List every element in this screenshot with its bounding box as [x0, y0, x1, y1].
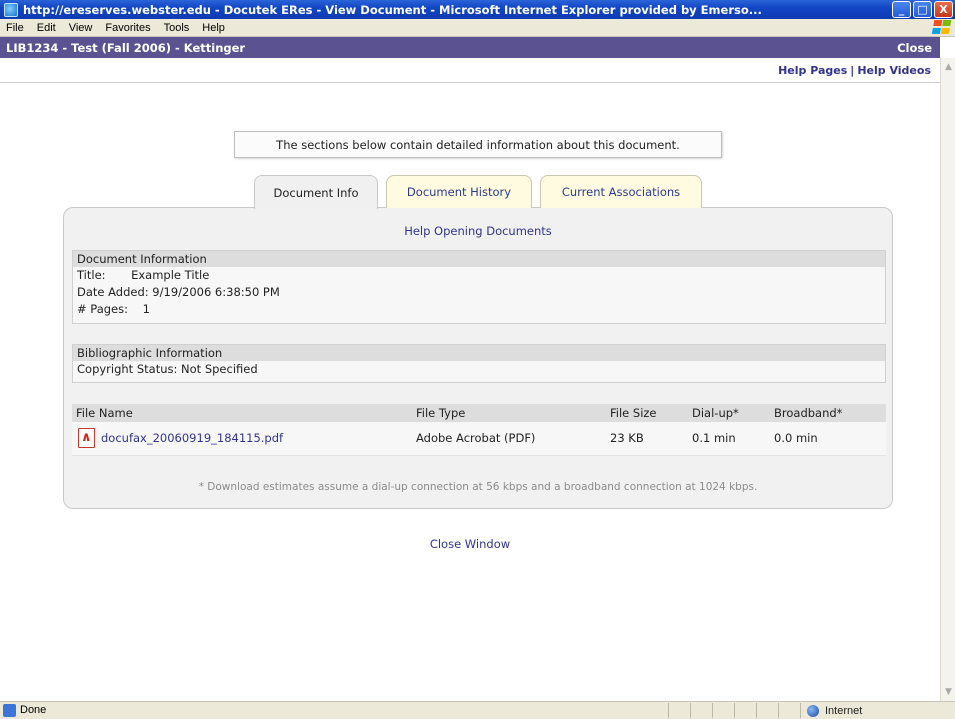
internet-explorer-icon: [4, 2, 18, 17]
help-opening-documents-link[interactable]: Help Opening Documents: [64, 224, 892, 238]
tab-document-info[interactable]: Document Info: [254, 175, 378, 209]
file-size-cell: 23 KB: [606, 422, 688, 456]
pages-row: # Pages: 1: [77, 302, 150, 316]
document-information-section: Document Information Title: Example Titl…: [72, 250, 886, 324]
column-header-file-type: File Type: [412, 404, 606, 422]
status-pane: [756, 703, 778, 718]
broadband-estimate-cell: 0.0 min: [770, 422, 886, 456]
status-pane: [734, 703, 756, 718]
menu-help[interactable]: Help: [196, 22, 232, 34]
info-note: The sections below contain detailed info…: [234, 131, 722, 158]
status-panes: [668, 703, 800, 718]
status-pane: [668, 703, 690, 718]
tab-strip: Document Info Document History Current A…: [254, 175, 702, 209]
help-links-separator: |: [850, 64, 855, 77]
course-title: LIB1234 - Test (Fall 2006) - Kettinger: [6, 40, 246, 55]
status-pane: [690, 703, 712, 718]
menu-file[interactable]: File: [0, 22, 31, 34]
dialup-estimate-cell: 0.1 min: [688, 422, 770, 456]
window-title-bar: http://ereserves.webster.edu - Docutek E…: [0, 0, 955, 19]
section-heading: Document Information: [73, 251, 885, 267]
header-close-link[interactable]: Close: [897, 41, 932, 55]
menu-tools[interactable]: Tools: [158, 22, 197, 34]
help-links: Help Pages | Help Videos: [778, 64, 931, 77]
title-row: Title: Example Title: [77, 268, 210, 282]
window-controls: _ □ X: [892, 1, 953, 18]
minimize-button[interactable]: _: [892, 1, 911, 18]
page-done-icon: [3, 704, 16, 717]
file-type-cell: Adobe Acrobat (PDF): [412, 422, 606, 456]
menu-edit[interactable]: Edit: [31, 22, 63, 34]
column-header-dialup: Dial-up*: [688, 404, 770, 422]
date-added-row: Date Added: 9/19/2006 6:38:50 PM: [77, 285, 280, 299]
section-heading: Bibliographic Information: [73, 345, 885, 361]
window-title: http://ereserves.webster.edu - Docutek E…: [23, 2, 762, 17]
document-info-panel: Help Opening Documents Document Informat…: [63, 207, 893, 509]
status-pane: [712, 703, 734, 718]
tab-document-history[interactable]: Document History: [386, 175, 532, 208]
security-zone: Internet: [800, 703, 940, 718]
menu-favorites[interactable]: Favorites: [99, 22, 157, 34]
close-window-link[interactable]: Close Window: [0, 537, 940, 551]
menu-bar: File Edit View Favorites Tools Help: [0, 19, 955, 37]
copyright-status-row: Copyright Status: Not Specified: [77, 362, 258, 376]
status-text: Done: [20, 704, 47, 716]
file-name-cell: docufax_20060919_184115.pdf: [72, 422, 412, 456]
close-button[interactable]: X: [934, 1, 953, 18]
scroll-up-icon[interactable]: ▲: [942, 60, 955, 74]
status-pane: [778, 703, 800, 718]
status-bar: Done Internet: [0, 701, 955, 719]
table-row: docufax_20060919_184115.pdf Adobe Acroba…: [72, 422, 886, 456]
column-header-file-name: File Name: [72, 404, 412, 422]
bibliographic-information-section: Bibliographic Information Copyright Stat…: [72, 344, 886, 383]
column-header-broadband: Broadband*: [770, 404, 886, 422]
file-download-link[interactable]: docufax_20060919_184115.pdf: [101, 431, 283, 445]
windows-logo-icon: [931, 20, 953, 35]
help-pages-link[interactable]: Help Pages: [778, 64, 847, 77]
vertical-scrollbar[interactable]: ▲ ▼: [940, 58, 955, 701]
table-header-row: File Name File Type File Size Dial-up* B…: [72, 404, 886, 422]
security-zone-label: Internet: [825, 704, 863, 717]
pdf-file-icon[interactable]: [78, 428, 95, 449]
maximize-button[interactable]: □: [913, 1, 932, 18]
internet-zone-globe-icon: [807, 704, 819, 717]
tab-current-associations[interactable]: Current Associations: [540, 175, 702, 208]
scroll-down-icon[interactable]: ▼: [942, 685, 955, 699]
menu-view[interactable]: View: [63, 22, 100, 34]
files-table: File Name File Type File Size Dial-up* B…: [72, 404, 886, 456]
help-videos-link[interactable]: Help Videos: [857, 64, 931, 77]
header-divider: [0, 82, 940, 83]
course-header: LIB1234 - Test (Fall 2006) - Kettinger C…: [0, 37, 940, 58]
column-header-file-size: File Size: [606, 404, 688, 422]
download-estimate-footnote: * Download estimates assume a dial-up co…: [198, 481, 758, 493]
